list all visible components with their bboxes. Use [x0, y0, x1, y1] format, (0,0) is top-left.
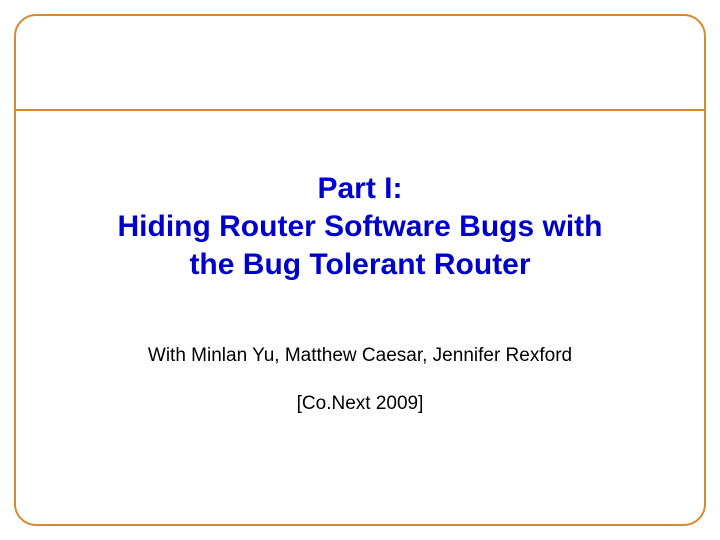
venue-line: [Co.Next 2009] [0, 393, 720, 415]
slide-title: Part I: Hiding Router Software Bugs with… [105, 170, 615, 284]
title-line-1: Part I: [105, 170, 615, 208]
authors-line: With Minlan Yu, Matthew Caesar, Jennifer… [0, 345, 720, 367]
header-divider [15, 109, 705, 111]
title-line-2: Hiding Router Software Bugs with [105, 208, 615, 246]
title-line-3: the Bug Tolerant Router [105, 246, 615, 284]
